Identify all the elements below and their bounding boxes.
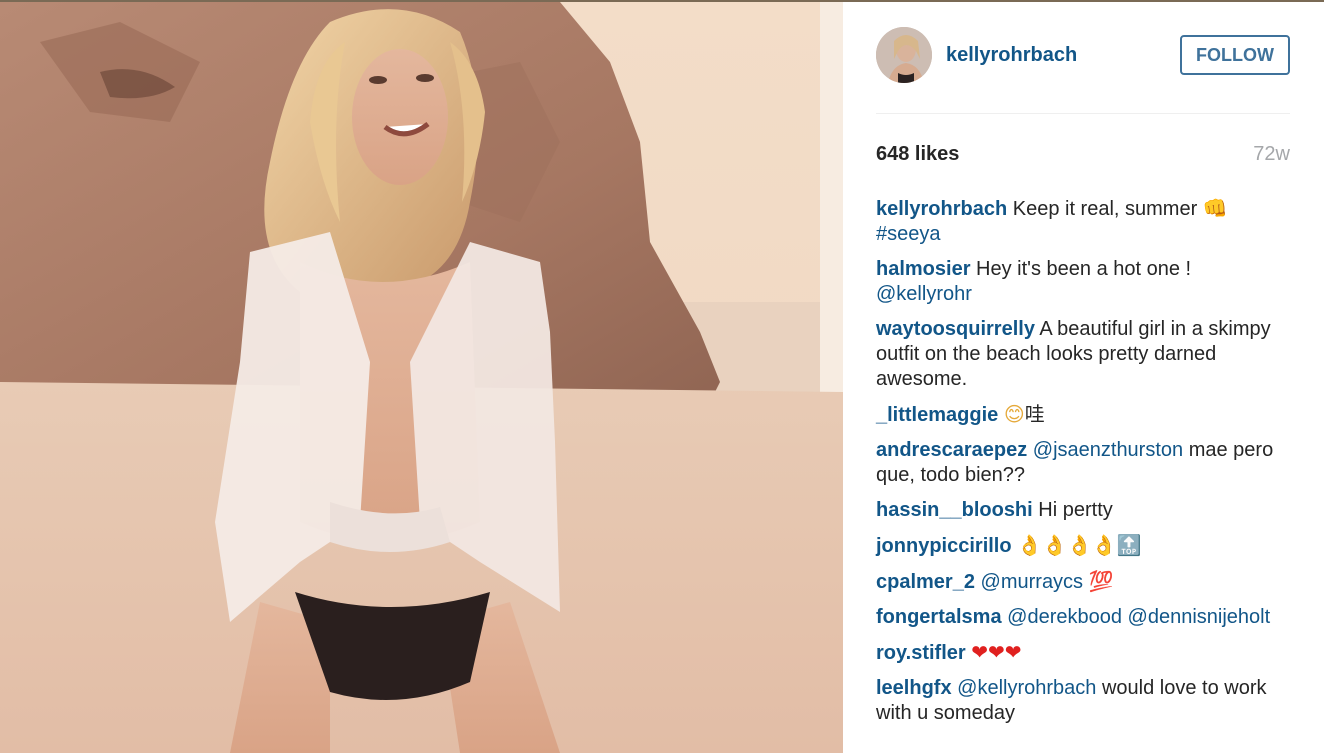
ok-hand-emoji: 👌👌👌👌 [1017, 533, 1117, 557]
comment-mention[interactable]: @murraycs [981, 571, 1084, 593]
comment-text: Hi pertty [1038, 499, 1113, 521]
comment-username[interactable]: cpalmer_2 [876, 571, 975, 593]
post-photo[interactable] [0, 2, 843, 753]
comment-item: waytoosquirrelly A beautiful girl in a s… [876, 317, 1290, 392]
comment-username[interactable]: kellyrohrbach [876, 198, 1007, 220]
comment-item: fongertalsma @derekbood @dennisnijeholt [876, 605, 1290, 630]
comment-text: Hey it's been a hot one ! [976, 258, 1192, 280]
comment-mention[interactable]: @kellyrohrbach [957, 677, 1096, 699]
comment-item: halmosier Hey it's been a hot one ! @kel… [876, 257, 1290, 307]
comment-username[interactable]: fongertalsma [876, 606, 1002, 628]
comment-username[interactable]: roy.stifler [876, 642, 966, 664]
top-arrow-emoji: 🔝 [1116, 533, 1142, 557]
comment-item: kellyrohrbach Keep it real, summer 👊 #see… [876, 196, 1290, 247]
comment-username[interactable]: _littlemaggie [876, 404, 998, 426]
comment-item: andrescaraepez @jsaenzthurston mae pero … [876, 438, 1290, 488]
smile-emoji: 😊 [1003, 402, 1025, 426]
follow-button[interactable]: FOLLOW [1180, 35, 1290, 75]
comment-username[interactable]: leelhgfx [876, 677, 952, 699]
comment-item: roy.stifler ❤❤❤ [876, 640, 1290, 666]
comment-username[interactable]: jonnypiccirillo [876, 535, 1012, 557]
photo-illustration [0, 2, 843, 753]
comment-mention[interactable]: @derekbood [1007, 606, 1122, 628]
comment-username[interactable]: waytoosquirrelly [876, 318, 1035, 340]
comment-mention[interactable]: @jsaenzthurston [1033, 439, 1183, 461]
avatar-image [876, 27, 932, 83]
comments-list: kellyrohrbach Keep it real, summer 👊 #see… [876, 196, 1290, 736]
comment-text: 哇 [1024, 404, 1045, 426]
comment-item: _littlemaggie 😊哇 [876, 402, 1290, 428]
comment-username[interactable]: halmosier [876, 258, 970, 280]
avatar[interactable] [876, 27, 932, 83]
post-author-username[interactable]: kellyrohrbach [946, 44, 1077, 67]
comment-hashtag[interactable]: #seeya [876, 223, 941, 245]
comment-item: leelhgfx @kellyrohrbach would love to wo… [876, 676, 1290, 726]
comment-text: Keep it real, summer [1012, 198, 1198, 220]
comment-username[interactable]: hassin__blooshi [876, 499, 1033, 521]
post-header: kellyrohrbach FOLLOW [876, 27, 1290, 87]
comment-mention[interactable]: @kellyrohr [876, 283, 972, 305]
header-divider [876, 113, 1290, 114]
comment-item: hassin__blooshi Hi pertty [876, 498, 1290, 523]
heart-emoji: ❤❤❤ [971, 640, 1022, 664]
hundred-points-emoji: 💯 [1088, 569, 1114, 593]
post-timestamp[interactable]: 72w [1253, 143, 1290, 166]
comment-item: jonnypiccirillo 👌👌👌👌🔝 [876, 533, 1290, 559]
comment-username[interactable]: andrescaraepez [876, 439, 1027, 461]
likes-count[interactable]: 648 likes [876, 143, 959, 166]
post-details-panel: kellyrohrbach FOLLOW 648 likes 72w kelly… [843, 2, 1324, 753]
comment-mention[interactable]: @dennisnijeholt [1128, 606, 1271, 628]
fist-bump-emoji: 👊 [1202, 196, 1228, 220]
comment-item: cpalmer_2 @murraycs 💯 [876, 569, 1290, 595]
instagram-post-view: kellyrohrbach FOLLOW 648 likes 72w kelly… [0, 0, 1324, 753]
